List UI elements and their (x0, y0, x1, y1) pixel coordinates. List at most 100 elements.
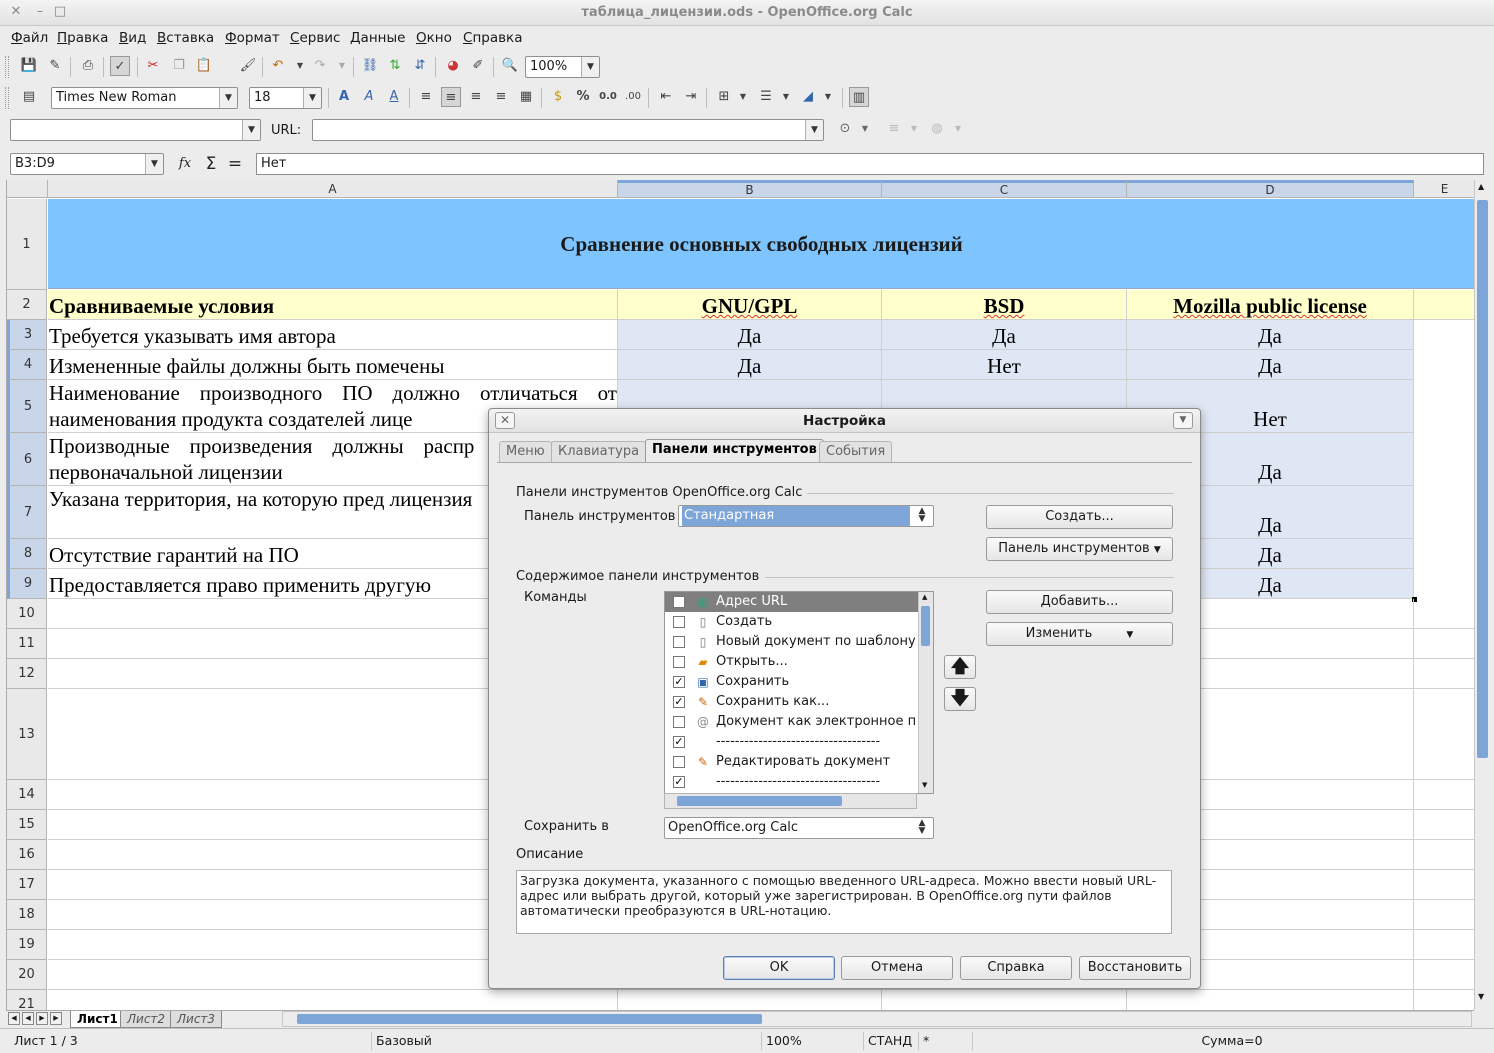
commands-hscroll-thumb[interactable] (677, 796, 842, 806)
toggle-grid-icon[interactable]: ▥ (849, 87, 869, 107)
list-item[interactable]: ▯ Новый документ по шаблону (665, 632, 918, 652)
chevron-down-icon[interactable]: ▼ (303, 88, 321, 108)
chevron-down-icon[interactable]: ▼ (242, 120, 260, 140)
next-sheet-icon[interactable]: ▶ (36, 1012, 48, 1025)
list-item[interactable]: ▰ Открыть... (665, 652, 918, 672)
row-header[interactable]: 6 (7, 433, 47, 486)
zoom-icon[interactable]: 🔍 (500, 56, 520, 76)
checkbox[interactable]: ✓ (673, 676, 685, 688)
row-header[interactable]: 8 (7, 539, 47, 569)
menu-insert[interactable]: Вставка (157, 29, 214, 47)
checkbox[interactable] (673, 756, 685, 768)
table-cell[interactable]: Да (1127, 350, 1414, 380)
add-decimal-icon[interactable]: .00 (623, 87, 643, 107)
font-name-combo[interactable]: Times New Roman ▼ (51, 87, 238, 109)
save-icon[interactable]: 💾 (19, 56, 39, 76)
list-item[interactable]: ◍ Адрес URL (665, 592, 918, 612)
sheet-title-cell[interactable]: Сравнение основных свободных лицензий (48, 199, 1474, 289)
commands-list[interactable]: ◍ Адрес URL ▯ Создать ▯ Новый документ п… (664, 591, 934, 794)
checkbox[interactable] (673, 596, 685, 608)
sum-icon[interactable]: Σ (201, 154, 221, 174)
last-sheet-icon[interactable]: ▶ (50, 1012, 62, 1025)
list-item[interactable]: @ Документ как электронное п (665, 712, 918, 732)
cut-icon[interactable]: ✂ (143, 56, 163, 76)
vertical-scroll-thumb[interactable] (1477, 200, 1488, 758)
line-style-dropdown-icon[interactable]: ▼ (776, 87, 796, 107)
column-header-e[interactable]: E (1414, 180, 1474, 198)
table-cell[interactable]: Измененные файлы должны быть помечены (48, 350, 618, 380)
checkbox[interactable] (673, 656, 685, 668)
bold-icon[interactable]: A (334, 87, 354, 107)
header-cell[interactable]: BSD (882, 290, 1127, 320)
currency-icon[interactable]: $ (548, 87, 568, 107)
menu-edit[interactable]: Правка (57, 29, 108, 47)
checkbox[interactable] (673, 716, 685, 728)
row-header[interactable]: 12 (7, 659, 47, 689)
minimize-window-icon[interactable]: – (33, 5, 47, 19)
scroll-up-icon[interactable]: ▲ (1478, 182, 1484, 191)
checkbox[interactable]: ✓ (673, 776, 685, 788)
status-mode[interactable]: СТАНД (863, 1032, 917, 1050)
column-header-d[interactable]: D (1127, 180, 1414, 198)
chevron-down-icon[interactable]: ▼ (805, 120, 823, 140)
equals-icon[interactable]: = (225, 154, 245, 174)
insert-chart-icon[interactable]: ◕ (443, 56, 463, 76)
table-cell[interactable]: Да (1127, 320, 1414, 350)
line-style-icon[interactable]: ☰ (756, 87, 776, 107)
list-item[interactable]: ▯ Создать (665, 612, 918, 632)
table-cell[interactable]: Требуется указывать имя автора (48, 320, 618, 350)
checkbox[interactable]: ✓ (673, 696, 685, 708)
list-item[interactable]: ✓ ----------------------------------- (665, 772, 918, 792)
add-command-button[interactable]: Добавить... (986, 590, 1173, 614)
row-header[interactable]: 7 (7, 486, 47, 539)
table-cell[interactable]: Да (618, 320, 882, 350)
align-center-icon[interactable]: ≡ (441, 87, 461, 107)
increase-indent-icon[interactable]: ⇥ (681, 87, 701, 107)
row-header[interactable]: 16 (7, 840, 47, 870)
row-header[interactable]: 3 (7, 320, 47, 350)
name-box[interactable]: B3:D9 ▼ (10, 153, 164, 175)
scroll-down-icon[interactable]: ▼ (1478, 992, 1484, 1001)
undo-icon[interactable]: ↶ (268, 56, 288, 76)
menu-file[interactable]: Файл (11, 29, 48, 47)
sheet-tab-2[interactable]: Лист2 (120, 1011, 173, 1028)
url-combo[interactable]: ▼ (312, 119, 824, 141)
move-up-button[interactable]: 🡅 (944, 655, 976, 679)
row-header[interactable]: 17 (7, 870, 47, 900)
row-header[interactable]: 4 (7, 350, 47, 380)
chevron-down-icon[interactable]: ▼ (581, 57, 599, 77)
copy-icon[interactable]: ❐ (169, 56, 189, 76)
header-cell[interactable]: Сравниваемые условия (48, 290, 618, 320)
row-header[interactable]: 2 (7, 290, 47, 320)
background-color-icon[interactable]: ◢ (798, 87, 818, 107)
checkbox[interactable]: ✓ (673, 736, 685, 748)
sheet-tab-1[interactable]: Лист1 (70, 1011, 125, 1028)
commands-scroll-thumb[interactable] (921, 606, 930, 646)
tab-events[interactable]: События (819, 441, 893, 462)
table-cell[interactable] (1414, 290, 1474, 320)
menu-tools[interactable]: Сервис (290, 29, 340, 47)
column-header-c[interactable]: C (882, 180, 1127, 198)
table-cell[interactable]: Да (882, 320, 1127, 350)
modify-button[interactable]: Изменить ▼ (986, 622, 1173, 646)
align-right-icon[interactable]: ≡ (466, 87, 486, 107)
sheet-tab-3[interactable]: Лист3 (170, 1011, 223, 1028)
updown-icon[interactable]: ▲ ▼ (913, 507, 931, 525)
formula-input[interactable]: Нет (256, 153, 1484, 175)
horizontal-scrollbar[interactable] (282, 1011, 1472, 1027)
ok-button[interactable]: OK (723, 956, 835, 980)
row-header[interactable]: 20 (7, 960, 47, 990)
styles-formatting-icon[interactable]: ▤ (19, 87, 39, 107)
row-header[interactable]: 9 (7, 569, 47, 599)
chevron-down-icon[interactable]: ▼ (145, 154, 163, 174)
checkbox[interactable] (673, 616, 685, 628)
help-button[interactable]: Справка (960, 956, 1072, 980)
column-header-a[interactable]: A (48, 180, 618, 198)
hyperlink-icon[interactable]: ⛓ (360, 56, 380, 76)
target-frame-combo[interactable]: ▼ (10, 119, 261, 141)
toolbar-select[interactable]: Стандартная ▲ ▼ (678, 505, 934, 527)
row-header[interactable]: 10 (7, 599, 47, 629)
status-style[interactable]: Базовый (371, 1032, 757, 1050)
row-header[interactable]: 5 (7, 380, 47, 433)
toolbar-menu-button[interactable]: Панель инструментов ▼ (986, 537, 1173, 561)
